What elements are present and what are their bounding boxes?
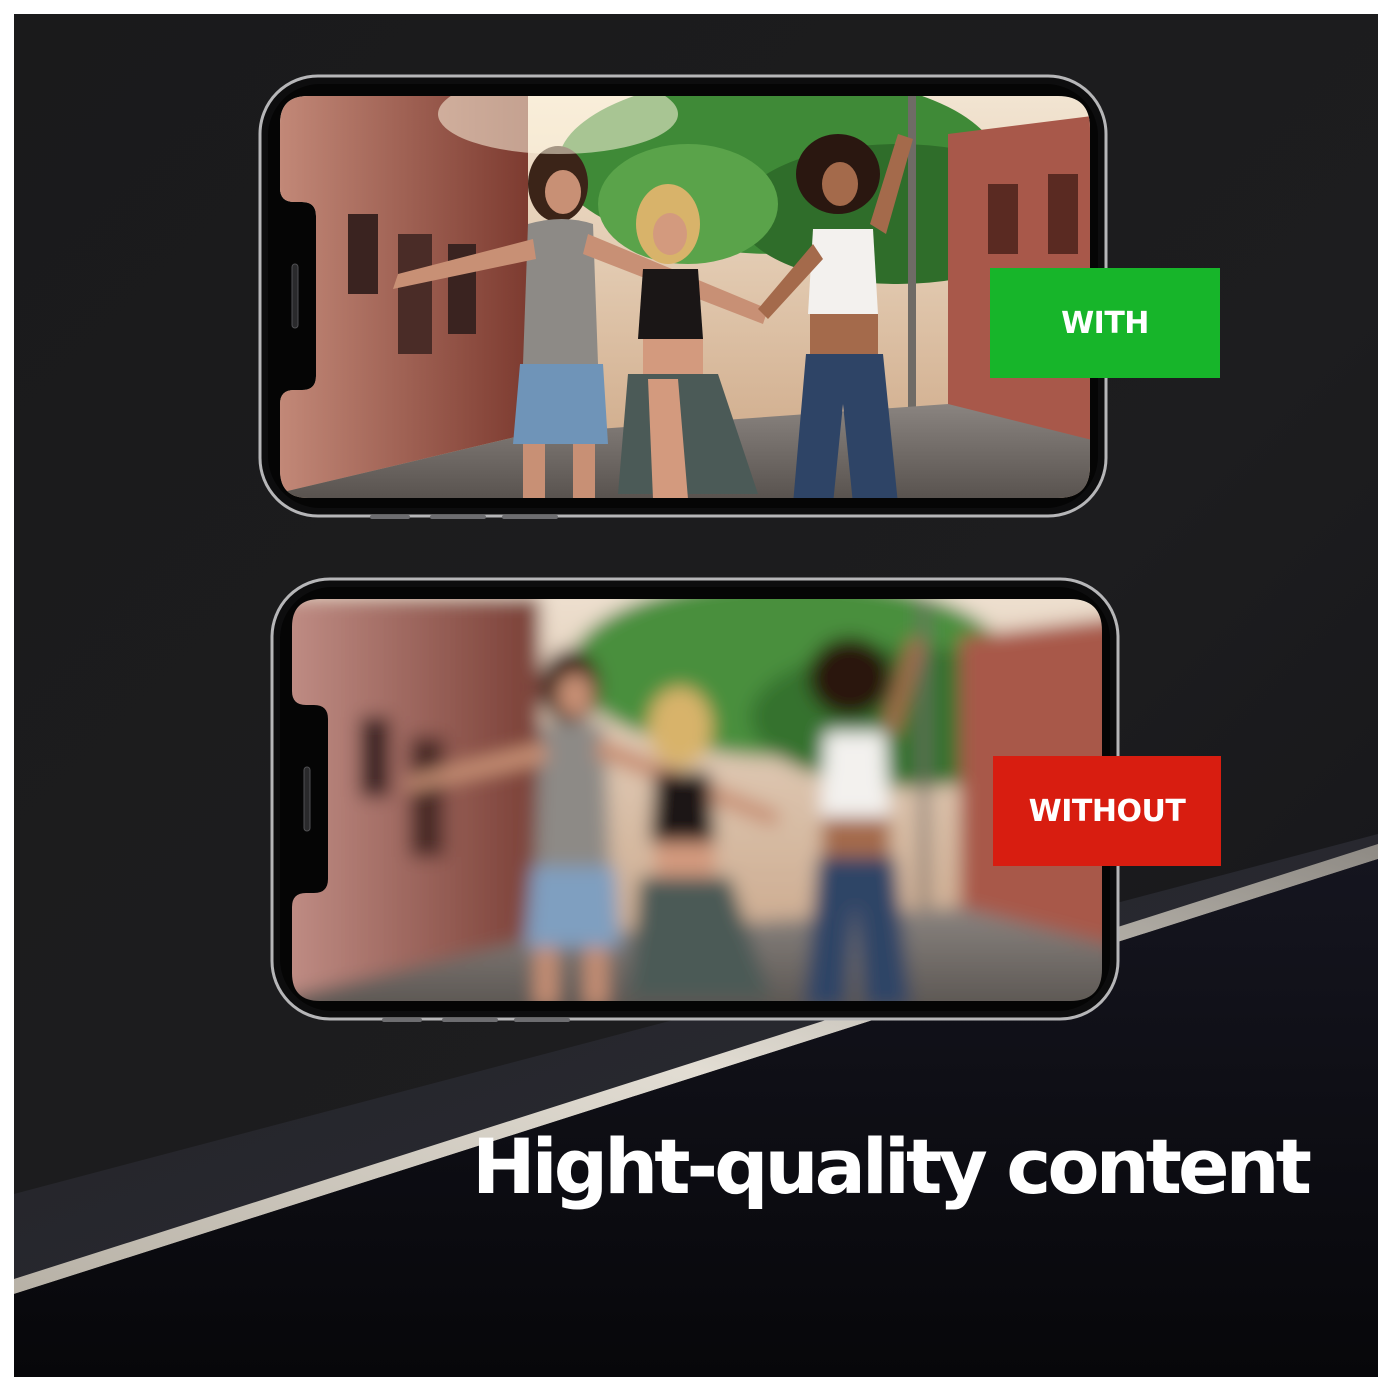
- phone-with-protector: [258, 74, 1108, 519]
- without-badge-label: WITHOUT: [1028, 793, 1186, 829]
- headline: Hight-quality content: [472, 1122, 1312, 1211]
- with-badge: WITH: [990, 268, 1220, 378]
- product-banner: WITH WITHOUT Hight-quality content: [14, 14, 1378, 1377]
- street-dancers-photo: [258, 74, 1108, 519]
- without-badge: WITHOUT: [993, 756, 1221, 866]
- with-badge-label: WITH: [1061, 305, 1149, 341]
